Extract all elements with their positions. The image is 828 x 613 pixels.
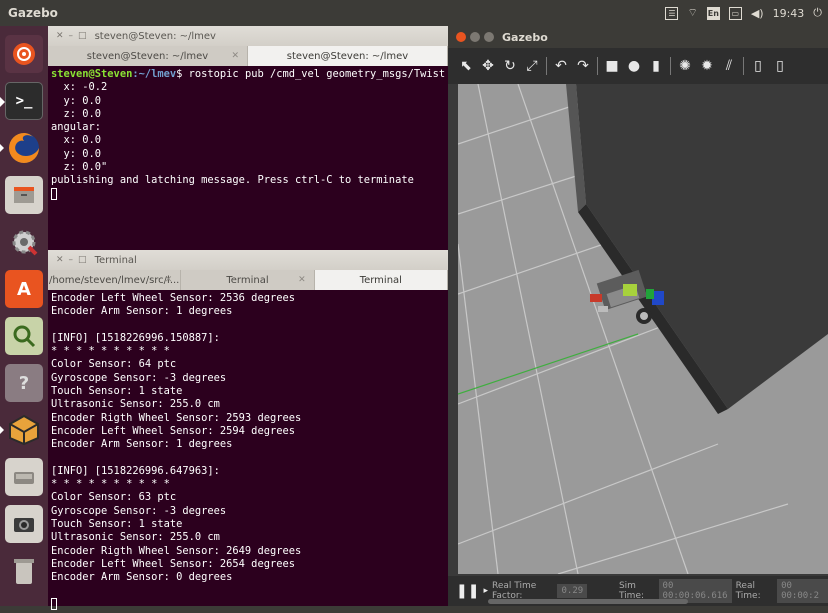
paste-icon[interactable]: ▯ <box>772 58 788 74</box>
minimize-icon[interactable]: – <box>69 255 74 265</box>
gazebo-window[interactable]: Gazebo ⬉ ✥ ↻ ⤢ ↶ ↷ ■ ● ▮ ✺ ✹ ⫽ ▯ ▯ ❚❚ ▸ … <box>448 26 828 606</box>
launcher: >_ A ? <box>0 26 48 606</box>
text-cursor <box>51 187 57 200</box>
maximize-icon[interactable]: □ <box>78 31 87 41</box>
wifi-icon[interactable]: ⌔ <box>687 6 697 20</box>
close-icon[interactable] <box>456 32 466 42</box>
terminal-2-tabs: /home/steven/lmev/src/l... ✕ Terminal ✕ Te… <box>48 270 448 290</box>
text-editor-icon[interactable] <box>5 317 43 355</box>
translate-icon[interactable]: ✥ <box>480 58 496 74</box>
trash-icon[interactable] <box>5 552 43 590</box>
rtf-label: Real Time Factor: <box>492 581 537 601</box>
undo-icon[interactable]: ↶ <box>553 58 569 74</box>
toolbar-divider <box>546 57 547 75</box>
dash-icon[interactable] <box>5 35 43 73</box>
terminal-1-output[interactable]: steven@Steven:~/lmev$ rostopic pub /cmd_… <box>48 66 448 203</box>
help-icon[interactable]: ? <box>5 364 43 402</box>
terminal-2-title: Terminal <box>94 254 137 266</box>
files-icon[interactable] <box>5 176 43 214</box>
rtf-value: 0.29 <box>557 584 588 598</box>
toolbar-divider <box>743 57 744 75</box>
terminal-2-output[interactable]: Encoder Left Wheel Sensor: 2536 degrees … <box>48 290 448 613</box>
power-icon[interactable]: ⏻ <box>813 6 822 20</box>
software-center-icon[interactable]: A <box>5 270 43 308</box>
volume-icon[interactable]: ◀) <box>751 7 764 20</box>
gazebo-titlebar[interactable]: Gazebo <box>448 26 828 48</box>
disk-icon[interactable] <box>5 458 43 496</box>
system-tray: ☰ ⌔ En ▭ ◀) 19:43 ⏻ <box>665 6 828 20</box>
copy-icon[interactable]: ▯ <box>750 58 766 74</box>
top-panel: Gazebo ☰ ⌔ En ▭ ◀) 19:43 ⏻ <box>0 0 828 26</box>
menu-icon[interactable]: ☰ <box>665 6 679 20</box>
point-light-icon[interactable]: ✺ <box>677 58 693 74</box>
step-icon[interactable]: ▸ <box>483 586 488 596</box>
maximize-icon[interactable]: □ <box>78 255 87 265</box>
close-tab-icon[interactable]: ✕ <box>231 51 239 61</box>
select-arrow-icon[interactable]: ⬉ <box>458 58 474 74</box>
maximize-icon[interactable] <box>484 32 494 42</box>
terminal-window-2[interactable]: ✕ – □ Terminal /home/steven/lmev/src/l... ✕… <box>48 250 448 610</box>
real-time-label: Real Time: <box>735 581 761 601</box>
pause-icon[interactable]: ❚❚ <box>456 583 479 599</box>
minimize-icon[interactable]: – <box>69 31 74 41</box>
toolbar-divider <box>597 57 598 75</box>
tab-2[interactable]: Terminal ✕ <box>181 270 315 290</box>
text-cursor <box>51 597 57 610</box>
clock[interactable]: 19:43 <box>773 7 805 20</box>
close-tab-icon[interactable]: ✕ <box>298 275 306 285</box>
scene-render <box>458 84 828 574</box>
close-icon[interactable]: ✕ <box>56 31 64 41</box>
terminal-1-titlebar[interactable]: ✕ – □ steven@Steven: ~/lmev <box>48 26 448 46</box>
tab-1[interactable]: /home/steven/lmev/src/l... ✕ <box>48 270 182 290</box>
terminal-icon[interactable]: >_ <box>0 82 43 120</box>
redo-icon[interactable]: ↷ <box>575 58 591 74</box>
cylinder-shape-icon[interactable]: ▮ <box>648 58 664 74</box>
spot-light-icon[interactable]: ✹ <box>699 58 715 74</box>
tab-2[interactable]: steven@Steven: ~/lmev <box>248 46 448 66</box>
virtualbox-icon[interactable] <box>0 411 43 449</box>
terminal-1-tabs: steven@Steven: ~/lmev ✕ steven@Steven: ~/… <box>48 46 448 66</box>
tab-3[interactable]: Terminal <box>314 270 448 290</box>
gazebo-title: Gazebo <box>502 30 548 44</box>
scale-icon[interactable]: ⤢ <box>524 58 540 74</box>
horizontal-scrollbar[interactable] <box>488 599 688 604</box>
terminal-2-titlebar[interactable]: ✕ – □ Terminal <box>48 250 448 270</box>
rotate-icon[interactable]: ↻ <box>502 58 518 74</box>
terminal-window-1[interactable]: ✕ – □ steven@Steven: ~/lmev steven@Steven:… <box>48 26 448 250</box>
toolbar-divider <box>670 57 671 75</box>
battery-icon[interactable]: ▭ <box>728 6 742 20</box>
keyboard-layout-indicator[interactable]: En <box>706 6 720 20</box>
active-app-title: Gazebo <box>8 6 58 20</box>
firefox-icon[interactable] <box>0 129 43 167</box>
gazebo-toolbar: ⬉ ✥ ↻ ⤢ ↶ ↷ ■ ● ▮ ✺ ✹ ⫽ ▯ ▯ <box>448 48 828 84</box>
minimize-icon[interactable] <box>470 32 480 42</box>
close-icon[interactable]: ✕ <box>56 255 64 265</box>
gazebo-3d-viewport[interactable] <box>458 84 828 574</box>
close-tab-icon[interactable]: ✕ <box>165 275 173 285</box>
camera-icon[interactable] <box>5 505 43 543</box>
box-shape-icon[interactable]: ■ <box>604 58 620 74</box>
tab-1[interactable]: steven@Steven: ~/lmev ✕ <box>48 46 248 66</box>
sphere-shape-icon[interactable]: ● <box>626 58 642 74</box>
settings-icon[interactable] <box>5 223 43 261</box>
sim-time-label: Sim Time: <box>618 581 645 601</box>
terminal-1-title: steven@Steven: ~/lmev <box>94 30 216 42</box>
real-time-value: 00 00:00:2 <box>777 579 828 603</box>
directional-light-icon[interactable]: ⫽ <box>721 58 737 74</box>
